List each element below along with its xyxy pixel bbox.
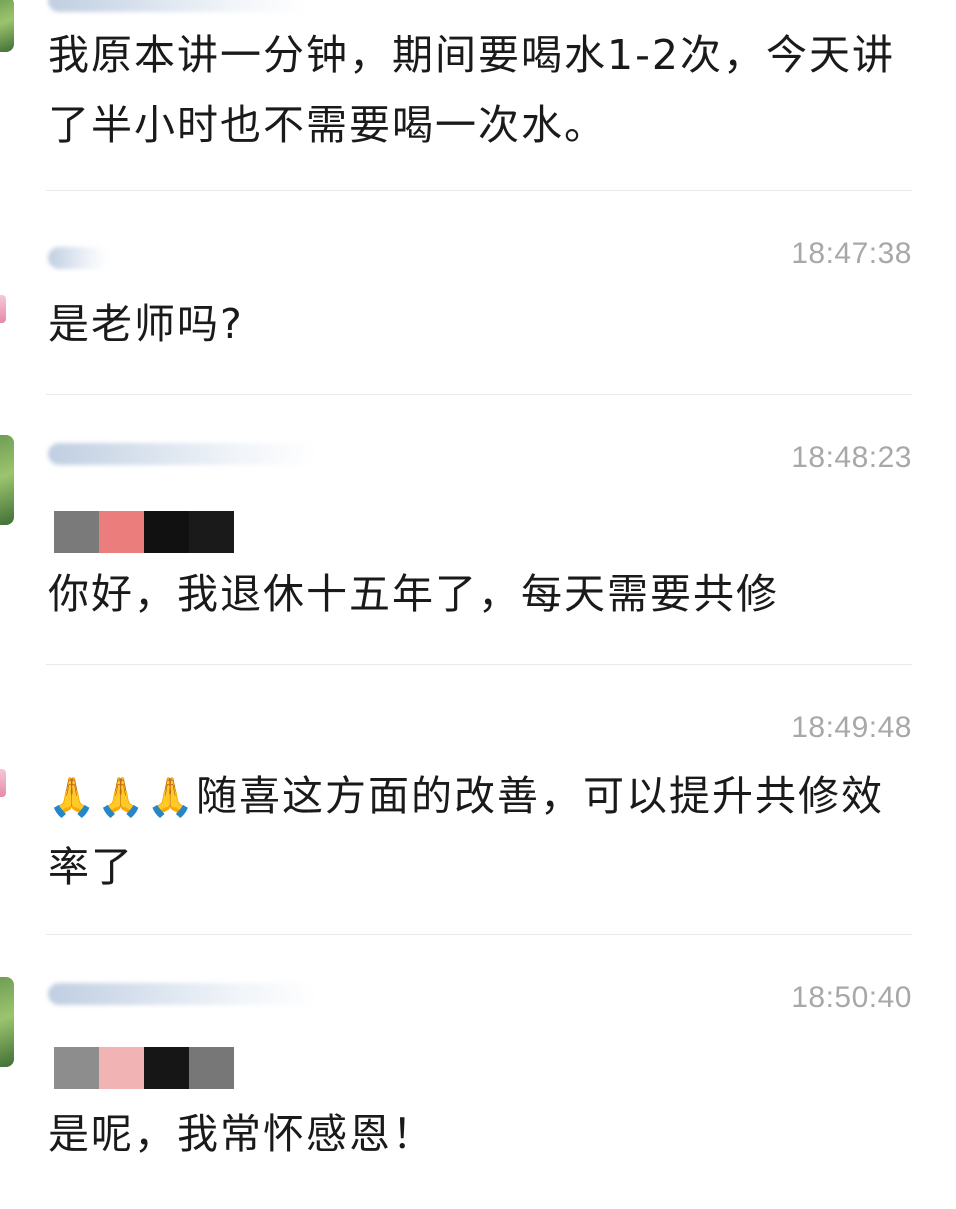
mosaic-block [54,1047,99,1089]
avatar[interactable] [0,0,14,52]
avatar[interactable] [0,769,6,797]
mosaic-block [144,1047,189,1089]
message-5: 18:50:40 是呢，我常怀感恩！ [0,935,956,1209]
mosaic-block [189,1047,234,1089]
sender-name-blurred [48,983,318,1005]
avatar[interactable] [0,435,14,525]
blurred-info-mosaic [54,511,234,553]
message-timestamp: 18:49:48 [791,711,912,744]
message-2: 18:47:38 是老师吗? [0,191,956,394]
message-text: 是老师吗? [48,300,244,348]
mosaic-block [99,511,144,553]
message-text: 是呢，我常怀感恩！ [48,1110,435,1158]
message-1: 我原本讲一分钟，期间要喝水1-2次，今天讲了半小时也不需要喝一次水。 [0,0,956,190]
folded-hands-icon: 🙏🙏🙏 [48,775,196,819]
message-timestamp: 18:47:38 [791,237,912,270]
sender-name-blurred [48,443,318,465]
sender-name-blurred [48,247,108,269]
mosaic-block [144,511,189,553]
avatar[interactable] [0,295,6,323]
message-timestamp: 18:48:23 [791,441,912,474]
blurred-info-mosaic [54,1047,234,1089]
mosaic-block [54,511,99,553]
message-timestamp: 18:50:40 [791,981,912,1014]
mosaic-block [99,1047,144,1089]
message-3: 18:48:23 你好，我退休十五年了，每天需要共修 [0,395,956,664]
avatar[interactable] [0,977,14,1067]
message-text: 我原本讲一分钟，期间要喝水1-2次，今天讲了半小时也不需要喝一次水。 [48,31,895,149]
message-4: 18:49:48 🙏🙏🙏随喜这方面的改善，可以提升共修效率了 [0,665,956,934]
sender-name-blurred [48,0,308,12]
mosaic-block [189,511,234,553]
message-text: 你好，我退休十五年了，每天需要共修 [48,570,779,618]
message-text: 🙏🙏🙏随喜这方面的改善，可以提升共修效率了 [48,761,918,902]
